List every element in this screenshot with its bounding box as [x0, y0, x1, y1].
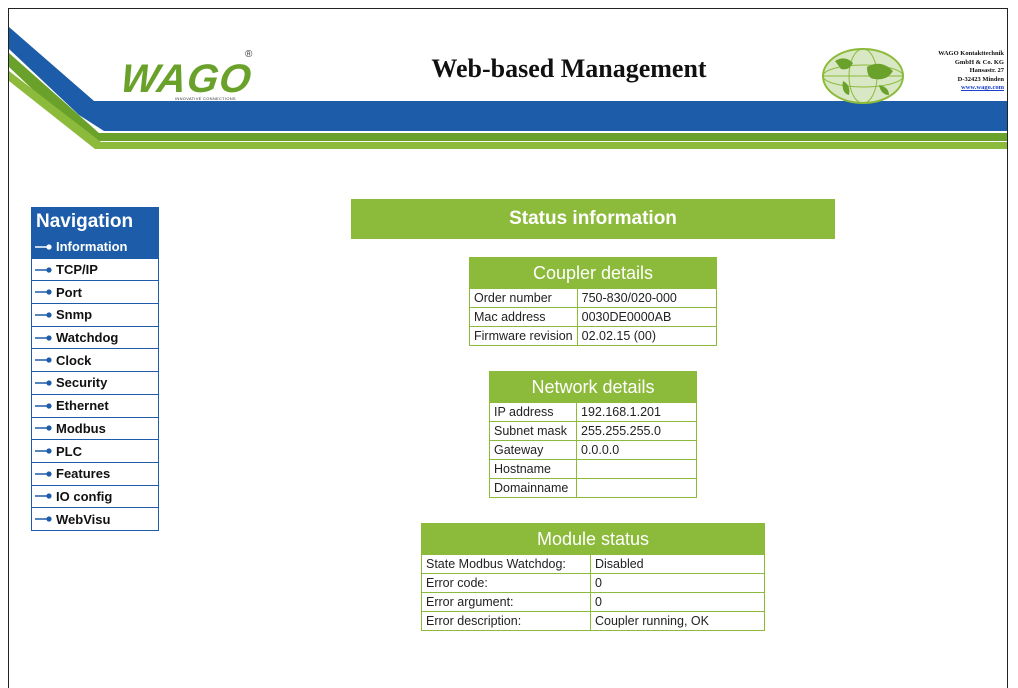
info-label: Error description: [422, 611, 591, 630]
info-label: Order number [470, 288, 578, 308]
nav-item-clock[interactable]: Clock [32, 348, 158, 372]
info-row: Gateway 0.0.0.0 [490, 440, 696, 460]
nav-item-label: Clock [56, 352, 92, 368]
nav-item-label: Watchdog [56, 330, 119, 346]
nav-item-ethernet[interactable]: Ethernet [32, 393, 158, 417]
nav-item-plc[interactable]: PLC [32, 439, 158, 462]
info-value: Coupler running, OK [590, 611, 764, 630]
info-row: Firmware revision 02.02.15 (00) [470, 326, 716, 345]
navigation-title: Navigation [36, 211, 134, 232]
bullet-arrow-icon [35, 403, 52, 409]
info-row: State Modbus Watchdog: Disabled [422, 554, 764, 574]
nav-item-label: PLC [56, 443, 82, 459]
nav-item-label: TCP/IP [56, 262, 98, 278]
nav-item-label: Ethernet [56, 398, 109, 414]
site-title: Web-based Management [431, 54, 707, 83]
info-value: 192.168.1.201 [576, 402, 696, 422]
bullet-arrow-icon [35, 334, 52, 341]
info-label: Error code: [422, 573, 591, 593]
company-url-link[interactable]: www.wago.com [889, 84, 1004, 93]
bullet-arrow-icon [35, 312, 52, 318]
info-value: 0030DE0000AB [576, 307, 716, 327]
page-frame: WAGO ® INNOVATIVE CONNECTIONS Web-based … [8, 8, 1008, 688]
coupler-details-title: Coupler details [470, 258, 716, 288]
info-row: Domainname [490, 478, 696, 497]
nav-item-security[interactable]: Security [32, 371, 158, 394]
info-value: Disabled [590, 554, 764, 574]
info-label: Mac address [470, 307, 578, 327]
company-line: WAGO Kontakttechnik [938, 50, 1004, 57]
company-line: D-32423 Minden [957, 75, 1004, 83]
info-label: Domainname [490, 478, 577, 497]
navigation-panel: Navigation Information TCP/IP Port Snmp Watc… [31, 207, 159, 531]
company-line: GmbH & Co. KG [954, 58, 1004, 66]
info-value: 0 [590, 573, 764, 593]
bullet-arrow-icon [35, 471, 52, 477]
nav-item-port[interactable]: Port [32, 280, 158, 304]
logo-tagline: INNOVATIVE CONNECTIONS [175, 96, 236, 101]
bullet-arrow-icon [35, 380, 52, 386]
info-row: Hostname [490, 459, 696, 479]
info-value [576, 459, 696, 479]
bullet-arrow-icon [35, 357, 52, 363]
info-label: Hostname [490, 459, 577, 479]
nav-item-modbus[interactable]: Modbus [32, 416, 158, 440]
nav-item-tcp-ip[interactable]: TCP/IP [32, 257, 158, 281]
bullet-arrow-icon [35, 493, 52, 500]
info-value: 0 [590, 592, 764, 612]
info-row: Mac address 0030DE0000AB [470, 307, 716, 327]
info-row: Subnet mask 255.255.255.0 [490, 421, 696, 441]
info-row: Error code: 0 [422, 573, 764, 593]
nav-item-snmp[interactable]: Snmp [32, 303, 158, 326]
info-row: Error argument: 0 [422, 592, 764, 612]
info-label: Gateway [490, 440, 577, 460]
module-status-panel: Module status State Modbus Watchdog: Disa… [421, 523, 765, 631]
company-address: WAGO Kontakttechnik GmbH & Co. KG Hansas… [889, 50, 1004, 93]
company-line: Hansastr. 27 [969, 67, 1004, 74]
nav-item-io-config[interactable]: IO config [32, 484, 158, 508]
info-label: Firmware revision [470, 326, 578, 345]
info-label: State Modbus Watchdog: [422, 554, 591, 574]
nav-item-label: Modbus [56, 420, 106, 436]
info-value: 0.0.0.0 [576, 440, 696, 460]
nav-item-label: IO config [56, 488, 113, 504]
nav-item-information[interactable]: Information [32, 235, 158, 258]
info-row: Order number 750-830/020-000 [470, 288, 716, 308]
info-row: Error description: Coupler running, OK [422, 611, 764, 630]
network-details-panel: Network details IP address 192.168.1.201 S… [489, 371, 697, 498]
info-row: IP address 192.168.1.201 [490, 402, 696, 422]
nav-item-label: Information [56, 239, 128, 255]
bullet-arrow-icon [35, 516, 52, 522]
info-label: IP address [490, 402, 577, 422]
network-details-title: Network details [490, 372, 696, 402]
nav-item-features[interactable]: Features [32, 461, 158, 485]
nav-item-label: Security [56, 375, 108, 391]
info-value: 750-830/020-000 [576, 288, 716, 308]
bullet-arrow-icon [35, 244, 52, 250]
registered-mark: ® [245, 49, 253, 60]
bullet-arrow-icon [35, 448, 52, 454]
nav-item-watchdog[interactable]: Watchdog [32, 325, 158, 349]
module-status-table: State Modbus Watchdog: Disabled Error code… [422, 554, 764, 630]
coupler-details-panel: Coupler details Order number 750-830/020-… [469, 257, 717, 346]
nav-item-webvisu[interactable]: WebVisu [32, 507, 158, 530]
module-status-title: Module status [422, 524, 764, 554]
navigation-list: Information TCP/IP Port Snmp Watchdog Clock Se… [32, 235, 158, 530]
info-label: Error argument: [422, 592, 591, 612]
bullet-arrow-icon [35, 425, 52, 431]
bullet-arrow-icon [35, 266, 52, 273]
nav-item-label: Snmp [56, 307, 93, 323]
nav-item-label: Port [56, 284, 82, 300]
info-label: Subnet mask [490, 421, 577, 441]
bullet-arrow-icon [35, 289, 52, 295]
network-details-table: IP address 192.168.1.201 Subnet mask 255.25… [490, 402, 696, 497]
status-information-heading: Status information [351, 199, 835, 239]
nav-item-label: Features [56, 466, 111, 482]
info-value: 255.255.255.0 [576, 421, 696, 441]
info-value: 02.02.15 (00) [576, 326, 716, 345]
info-value [576, 478, 696, 497]
nav-item-label: WebVisu [56, 511, 111, 527]
coupler-details-table: Order number 750-830/020-000 Mac address 00… [470, 288, 716, 345]
